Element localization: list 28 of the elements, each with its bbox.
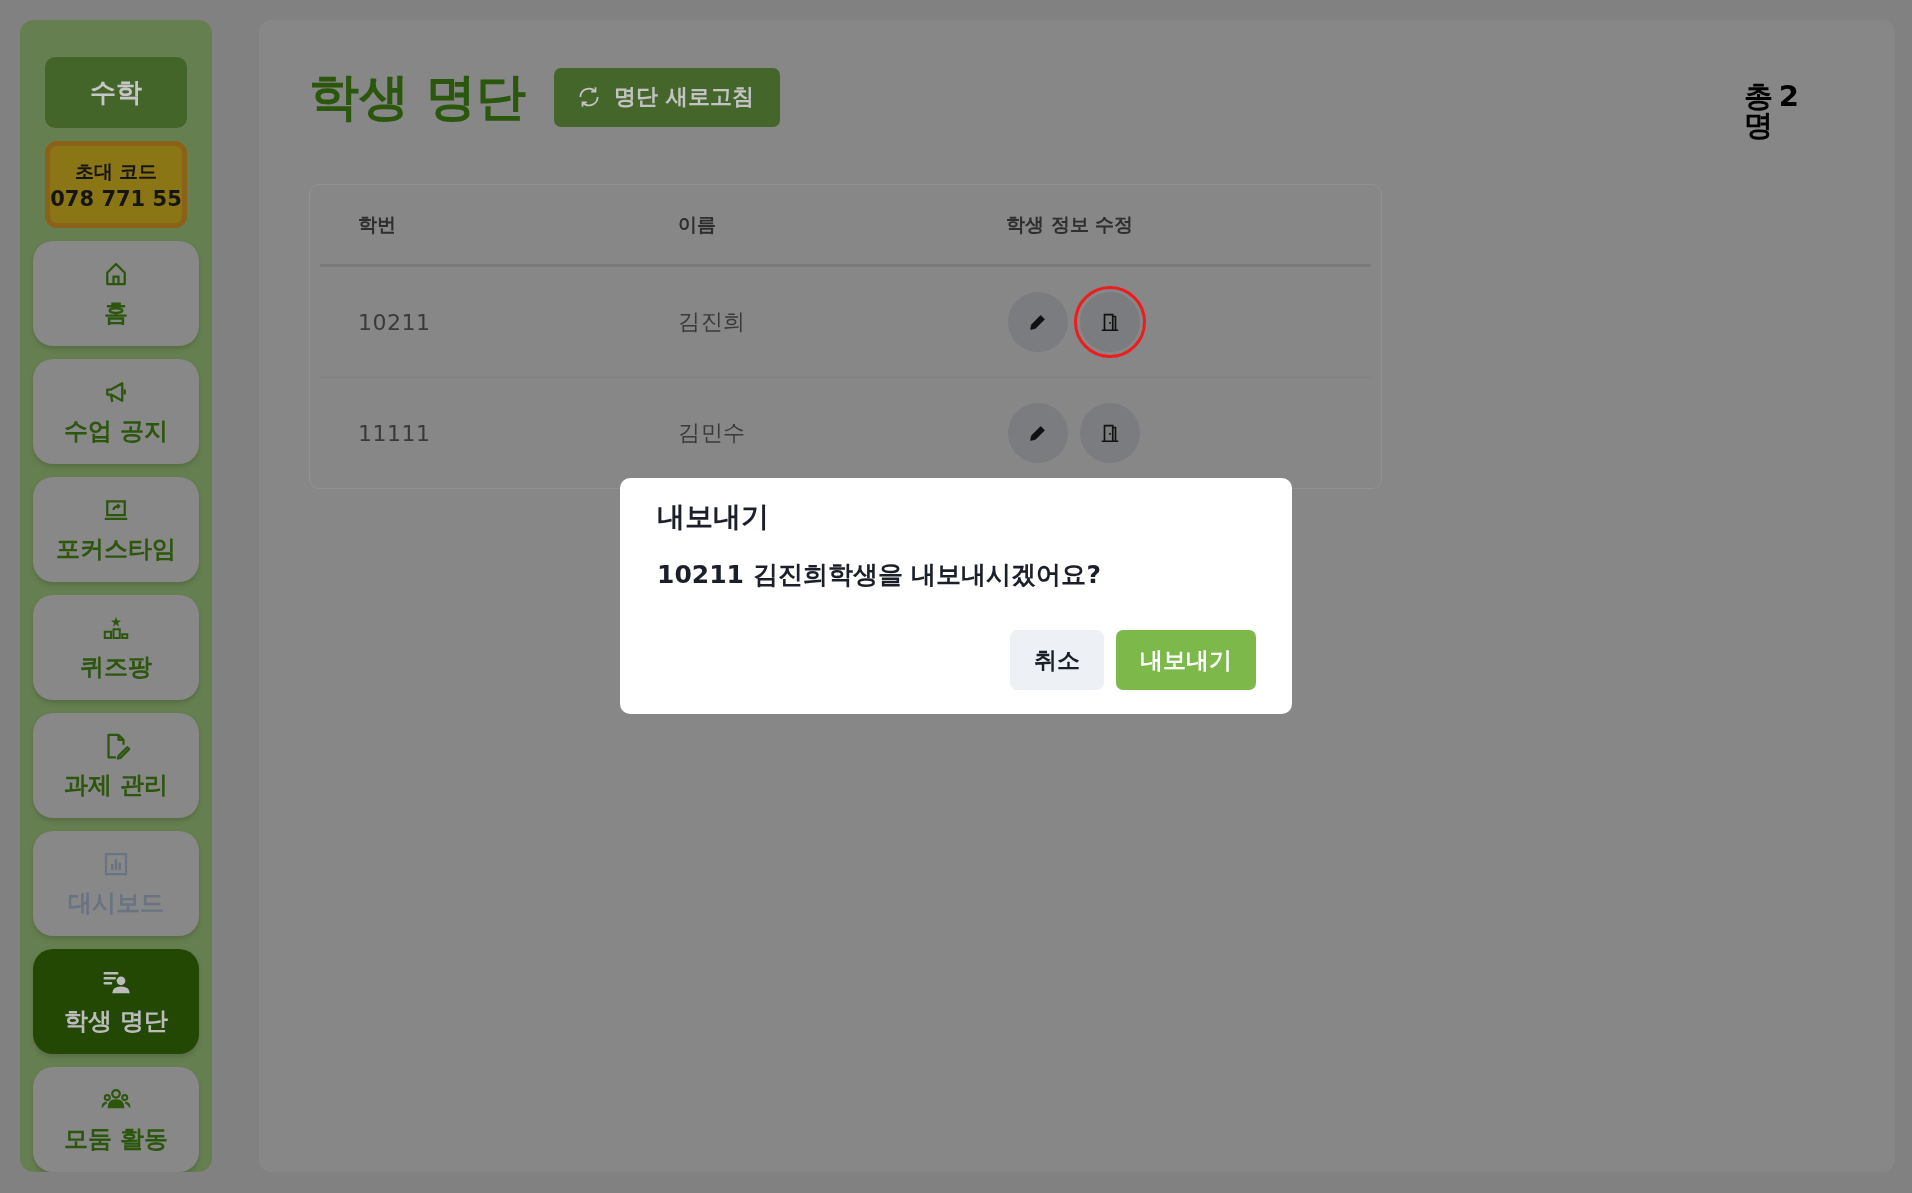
column-header: 학생 정보 수정 [1005,211,1135,237]
student-id-cell-text: 10211 [358,309,432,335]
door-icon [1099,311,1121,333]
subject-button[interactable]: 수학 [45,57,187,129]
invite-code-label: 초대 코드 [74,158,158,184]
nav-item[interactable]: 수업 공지 [33,359,199,464]
nav-item[interactable]: 홈 [33,241,199,346]
column-header: 학번 [358,211,397,237]
refresh-roster-button[interactable]: 명단 새로고침 [554,67,781,127]
nav-item[interactable]: 모둠 활동 [33,1067,199,1172]
nav-item[interactable]: 포커스타임 [33,477,199,582]
total-prefix: 총 [1743,82,1773,111]
confirm-export-button[interactable]: 내보내기 [1116,630,1256,690]
dialog-title: 내보내기 [657,499,770,535]
invite-code: 078 771 55 [50,186,182,211]
total-count: 2 [1778,82,1799,111]
student-name-cell-text: 김진희 [678,308,747,336]
nav-item[interactable]: 퀴즈팡 [33,595,199,700]
dialog-message: 10211 김진희학생을 내보내시겠어요? [657,559,1102,591]
student-id-cell-text: 11111 [358,420,432,446]
column-header: 이름 [678,211,717,237]
student-name-cell-text: 김민수 [678,419,747,447]
page-title: 학생 명단 [309,66,527,128]
nav-item[interactable]: 학생 명단 [33,949,199,1054]
cancel-button[interactable]: 취소 [1010,630,1104,690]
total-suffix: 명 [1743,111,1773,140]
door-icon [1099,422,1121,444]
nav-item[interactable]: 과제 관리 [33,713,199,818]
